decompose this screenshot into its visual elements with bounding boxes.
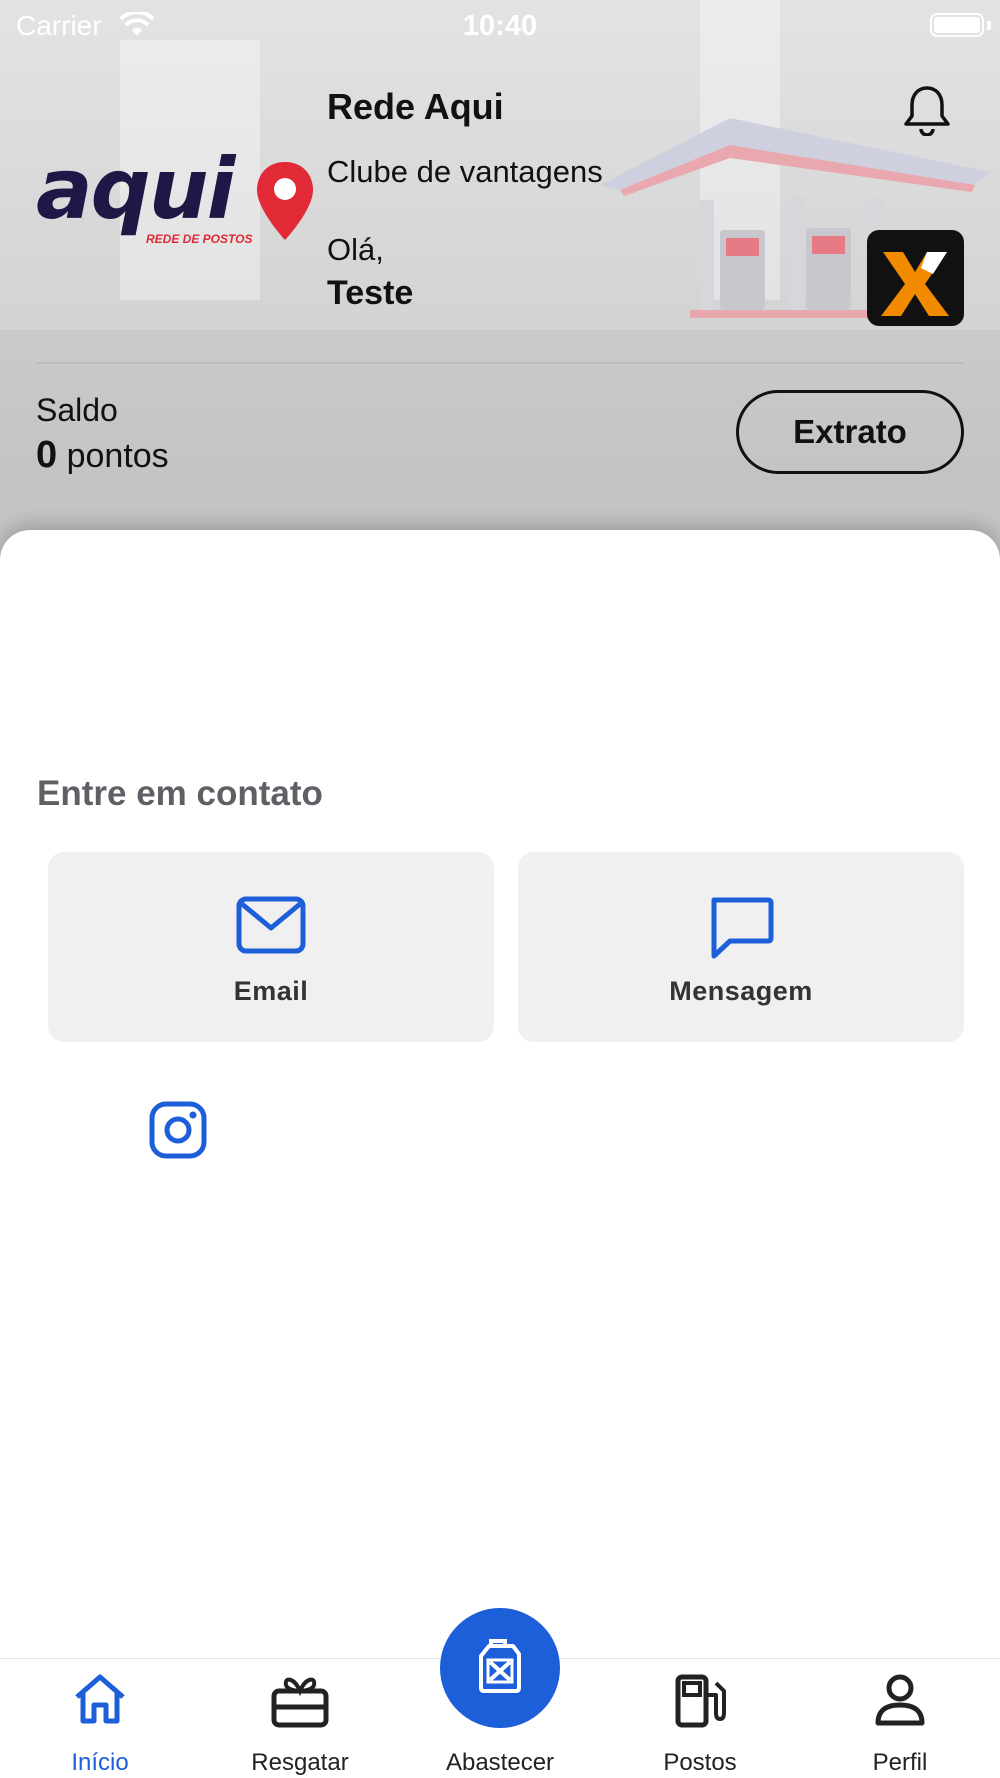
message-contact-button[interactable]: Mensagem: [518, 852, 964, 1042]
tab-label: Abastecer: [445, 1749, 555, 1776]
home-icon: [0, 1673, 200, 1725]
tab-label: Postos: [663, 1749, 737, 1776]
tab-postos[interactable]: Postos: [600, 1659, 800, 1778]
tab-label: Perfil: [872, 1749, 928, 1776]
gas-station-icon: [600, 1673, 800, 1729]
brand-logo-subtext: REDE DE POSTOS: [146, 232, 253, 246]
user-icon: [800, 1673, 1000, 1727]
instagram-icon[interactable]: [148, 1100, 208, 1165]
gift-icon: [200, 1673, 400, 1729]
brand-logo: aqui REDE DE POSTOS: [36, 140, 313, 260]
header-divider: [36, 362, 964, 364]
fuel-can-icon: [475, 1638, 525, 1699]
tab-resgatar[interactable]: Resgatar: [200, 1659, 400, 1778]
email-contact-button[interactable]: Email: [48, 852, 494, 1042]
message-icon: [518, 896, 964, 960]
tab-label: Resgatar: [251, 1749, 349, 1776]
content-sheet: [0, 530, 1000, 1660]
battery-icon: [930, 13, 984, 37]
partner-logo[interactable]: [867, 230, 964, 326]
battery-tip: [987, 21, 991, 30]
message-label: Mensagem: [669, 976, 813, 1006]
clock: 10:40: [462, 10, 538, 42]
location-pin-icon: [257, 162, 313, 240]
mail-icon: [48, 896, 494, 954]
statement-button[interactable]: Extrato: [736, 390, 964, 474]
tab-inicio[interactable]: Início: [0, 1659, 200, 1778]
app-subtitle: Clube de vantagens: [327, 154, 603, 189]
status-bar: Carrier 10:40: [0, 0, 1000, 50]
app-title: Rede Aqui: [327, 86, 504, 127]
refuel-fab-button[interactable]: [440, 1608, 560, 1728]
points-number: 0: [36, 434, 58, 476]
brand-logo-text: aqui: [36, 140, 235, 238]
tab-perfil[interactable]: Perfil: [800, 1659, 1000, 1778]
balance-value: 0 pontos: [36, 434, 169, 477]
username: Teste: [327, 274, 414, 312]
tab-label: Início: [71, 1749, 129, 1776]
balance-label: Saldo: [36, 392, 118, 428]
greeting: Olá,: [327, 232, 384, 267]
contact-section-title: Entre em contato: [37, 774, 323, 813]
points-unit: pontos: [66, 437, 169, 475]
email-label: Email: [233, 976, 309, 1006]
